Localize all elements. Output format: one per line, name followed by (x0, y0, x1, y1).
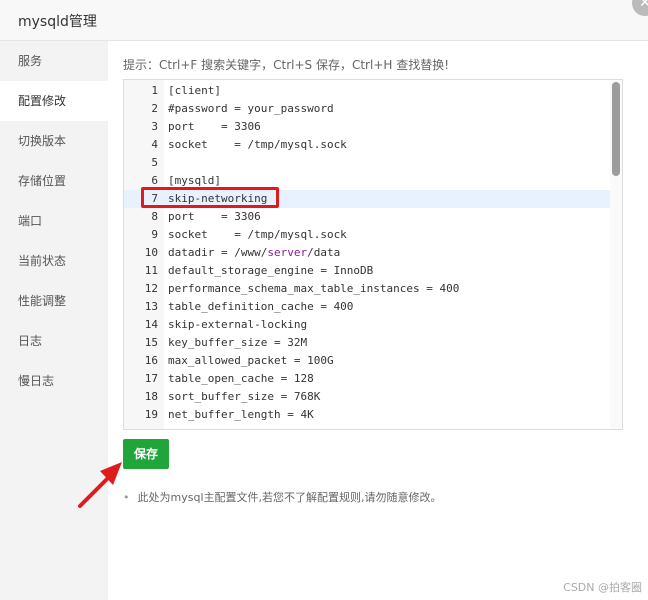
code-line[interactable]: 10 datadir = /www/server/data (124, 244, 610, 262)
save-button[interactable]: 保存 (123, 439, 169, 469)
code-lines[interactable]: 1 [client] 2 #password = your_password 3 port… (124, 82, 610, 424)
main-content: 提示：Ctrl+F 搜索关键字，Ctrl+S 保存，Ctrl+H 查找替换! 1… (108, 41, 648, 600)
code-text[interactable]: datadir = /www/server/data (168, 244, 340, 262)
code-line[interactable]: 12 performance_schema_max_table_instances… (124, 280, 610, 298)
watermark: CSDN @拍客圈 (563, 581, 642, 594)
code-text[interactable]: default_storage_engine = InnoDB (168, 262, 373, 280)
sidebar-item-slow-log[interactable]: 慢日志 (0, 361, 108, 401)
code-line[interactable]: 17 table_open_cache = 128 (124, 370, 610, 388)
code-line[interactable]: 11 default_storage_engine = InnoDB (124, 262, 610, 280)
code-text[interactable]: max_allowed_packet = 100G (168, 352, 334, 370)
line-number: 19 (144, 408, 158, 421)
code-line[interactable]: 14 skip-external-locking (124, 316, 610, 334)
annotation-highlight-box (141, 187, 279, 208)
code-line[interactable]: 13 table_definition_cache = 400 (124, 298, 610, 316)
line-number: 17 (144, 372, 158, 385)
line-number: 8 (151, 210, 158, 223)
config-note: • 此处为mysql主配置文件,若您不了解配置规则,请勿随意修改。 (123, 489, 442, 505)
config-note-text: 此处为mysql主配置文件,若您不了解配置规则,请勿随意修改。 (137, 491, 442, 504)
code-text[interactable]: performance_schema_max_table_instances =… (168, 280, 459, 298)
config-editor[interactable]: 1 [client] 2 #password = your_password 3 port… (123, 79, 623, 430)
line-number: 9 (151, 228, 158, 241)
code-line[interactable]: 4 socket = /tmp/mysql.sock (124, 136, 610, 154)
sidebar-item-switch-version[interactable]: 切换版本 (0, 121, 108, 161)
line-number: 11 (144, 264, 158, 277)
line-number: 10 (144, 246, 158, 259)
code-text[interactable]: socket = /tmp/mysql.sock (168, 226, 347, 244)
line-number: 15 (144, 336, 158, 349)
code-text[interactable]: skip-external-locking (168, 316, 307, 334)
title-bar: mysqld管理 (0, 0, 648, 41)
code-line[interactable]: 3 port = 3306 (124, 118, 610, 136)
shortcut-tip: 提示：Ctrl+F 搜索关键字，Ctrl+S 保存，Ctrl+H 查找替换! (123, 58, 450, 72)
code-line[interactable]: 18 sort_buffer_size = 768K (124, 388, 610, 406)
scrollbar-thumb[interactable] (612, 82, 620, 176)
dialog-title: mysqld管理 (18, 14, 97, 30)
sidebar-item-status[interactable]: 当前状态 (0, 241, 108, 281)
code-line[interactable]: 1 [client] (124, 82, 610, 100)
line-number: 16 (144, 354, 158, 367)
code-line[interactable]: 15 key_buffer_size = 32M (124, 334, 610, 352)
line-number: 12 (144, 282, 158, 295)
line-number: 14 (144, 318, 158, 331)
sidebar-item-log[interactable]: 日志 (0, 321, 108, 361)
line-number: 18 (144, 390, 158, 403)
code-text[interactable]: #password = your_password (168, 100, 334, 118)
code-text[interactable]: [client] (168, 82, 221, 100)
code-text[interactable]: table_open_cache = 128 (168, 370, 314, 388)
line-number: 4 (151, 138, 158, 151)
sidebar-item-port[interactable]: 端口 (0, 201, 108, 241)
line-number: 3 (151, 120, 158, 133)
code-text[interactable]: socket = /tmp/mysql.sock (168, 136, 347, 154)
code-line[interactable]: 2 #password = your_password (124, 100, 610, 118)
sidebar: 服务 配置修改 切换版本 存储位置 端口 当前状态 性能调整 日志 慢日志 (0, 41, 108, 600)
line-number: 1 (151, 84, 158, 97)
editor-scrollbar[interactable] (610, 80, 622, 429)
code-text[interactable]: table_definition_cache = 400 (168, 298, 353, 316)
code-line[interactable]: 19 net_buffer_length = 4K (124, 406, 610, 424)
sidebar-item-performance[interactable]: 性能调整 (0, 281, 108, 321)
line-number: 5 (151, 156, 158, 169)
code-line[interactable]: 8 port = 3306 (124, 208, 610, 226)
bullet-icon: • (123, 491, 130, 504)
code-line[interactable]: 16 max_allowed_packet = 100G (124, 352, 610, 370)
sidebar-item-storage[interactable]: 存储位置 (0, 161, 108, 201)
code-line[interactable]: 5 (124, 154, 610, 172)
mysqld-manager-dialog: mysqld管理 ✕ 服务 配置修改 切换版本 存储位置 端口 当前状态 性能调… (0, 0, 648, 600)
sidebar-item-service[interactable]: 服务 (0, 41, 108, 81)
code-text[interactable]: net_buffer_length = 4K (168, 406, 314, 424)
code-text[interactable]: port = 3306 (168, 118, 261, 136)
sidebar-item-config[interactable]: 配置修改 (0, 81, 108, 121)
code-text[interactable]: key_buffer_size = 32M (168, 334, 307, 352)
line-number: 13 (144, 300, 158, 313)
code-line[interactable]: 9 socket = /tmp/mysql.sock (124, 226, 610, 244)
line-number: 2 (151, 102, 158, 115)
code-text[interactable]: sort_buffer_size = 768K (168, 388, 320, 406)
code-text[interactable]: port = 3306 (168, 208, 261, 226)
